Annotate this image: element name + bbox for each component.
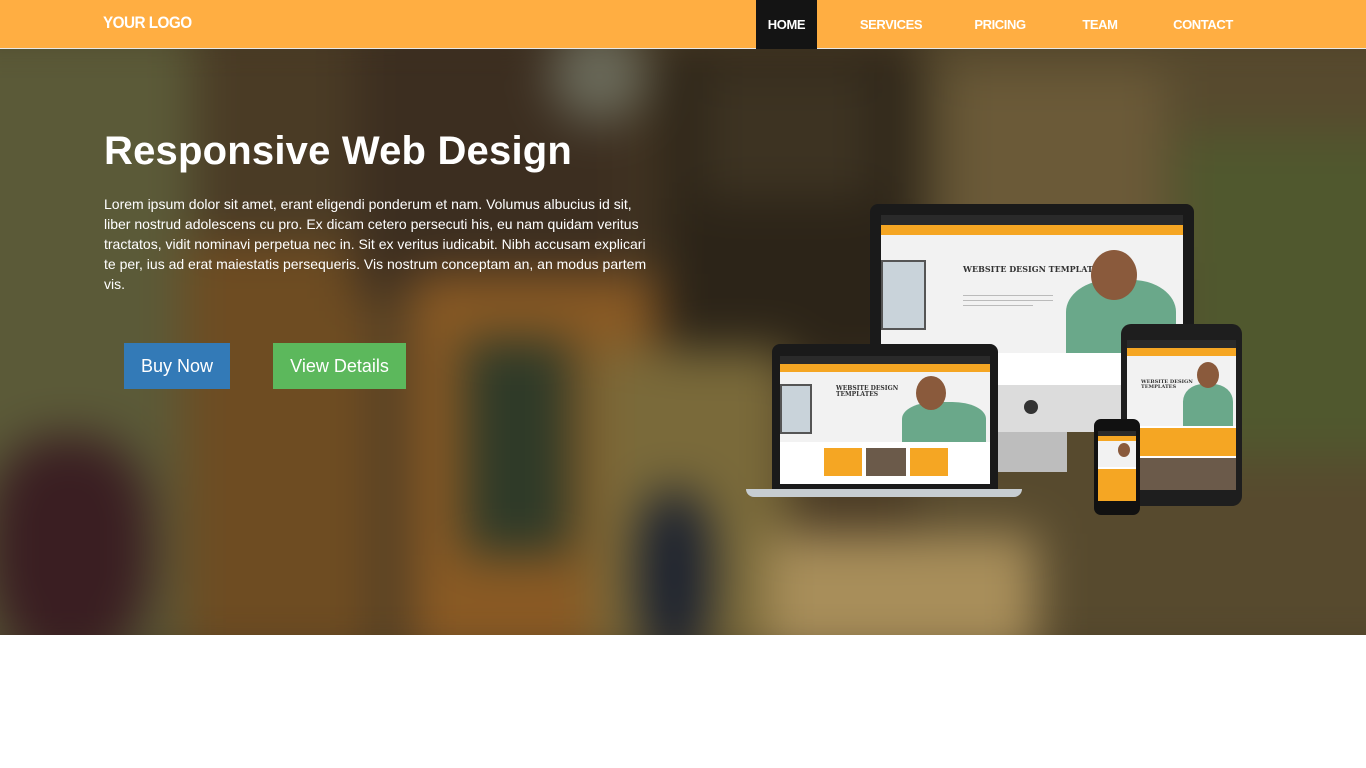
tablet-screen: WEBSITE DESIGN TEMPLATES [1127,340,1236,490]
content-area [0,635,1366,768]
nav-item-pricing[interactable]: PRICING [968,0,1032,49]
hero-title: Responsive Web Design [104,129,573,173]
hero-section: Responsive Web Design Lorem ipsum dolor … [0,49,1366,635]
device-screen-heading: WEBSITE DESIGN TEMPLATES [963,264,1105,274]
view-details-button[interactable]: View Details [273,343,406,389]
nav-item-contact[interactable]: CONTACT [1168,0,1238,49]
phone-screen [1098,431,1136,501]
site-logo[interactable]: YOUR LOGO [103,13,192,33]
laptop-base [746,489,1022,497]
laptop: WEBSITE DESIGN TEMPLATES [772,344,998,489]
phone [1094,419,1140,515]
navbar: YOUR LOGO HOME SERVICES PRICING TEAM CON… [0,0,1366,49]
buy-now-button[interactable]: Buy Now [124,343,230,389]
laptop-screen: WEBSITE DESIGN TEMPLATES [780,356,990,484]
hero-description: Lorem ipsum dolor sit amet, erant eligen… [104,196,647,292]
responsive-devices-image: WEBSITE DESIGN TEMPLATES WEBSITE DESIGN … [740,199,1250,519]
nav-item-team[interactable]: TEAM [1074,0,1126,49]
nav-item-home[interactable]: HOME [756,0,817,49]
apple-logo-icon [1024,400,1038,414]
nav-item-services[interactable]: SERVICES [855,0,927,49]
